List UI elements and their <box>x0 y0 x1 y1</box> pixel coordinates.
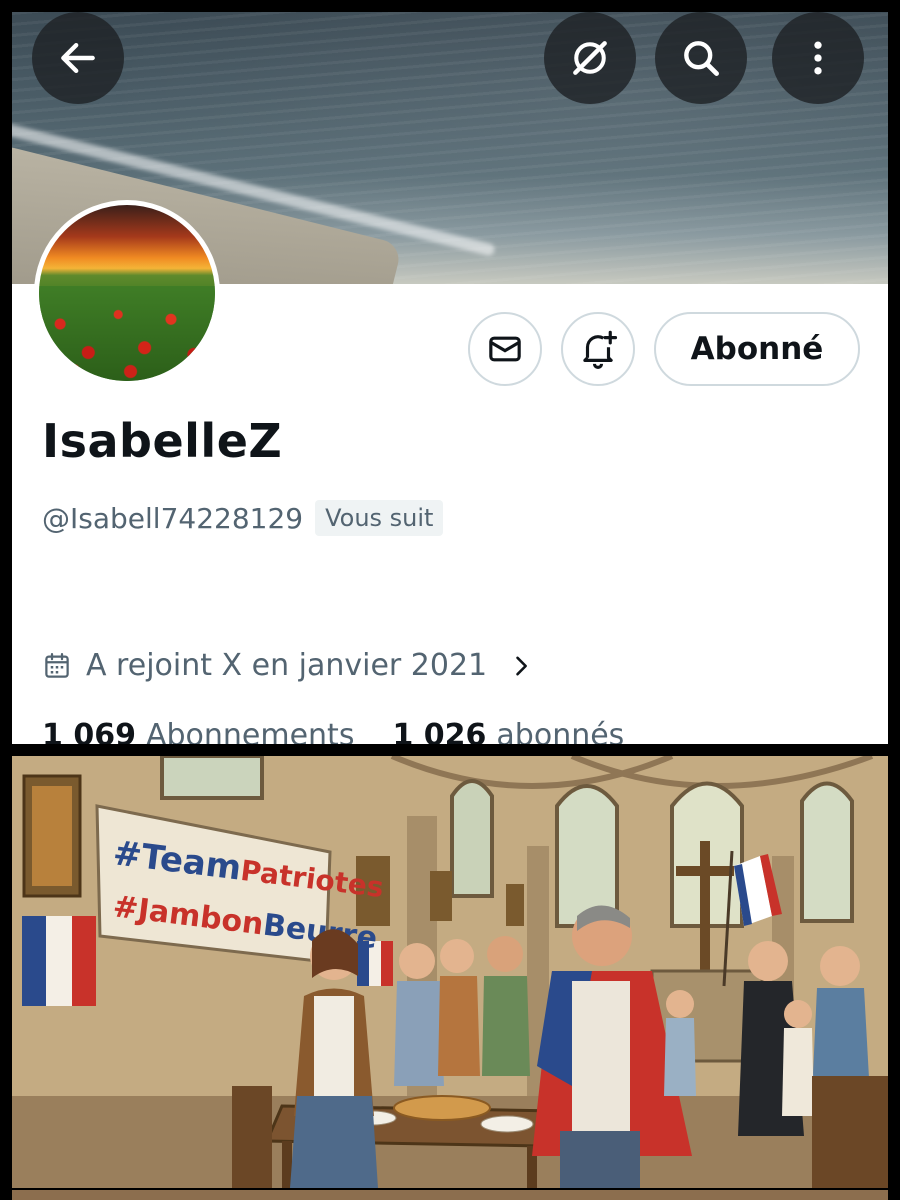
church-gathering-illustration: #TeamPatriotes #JambonBeurre <box>12 756 888 1188</box>
envelope-icon <box>489 336 521 362</box>
more-vertical-icon <box>814 41 822 75</box>
church-illustration-panel: #TeamPatriotes #JambonBeurre <box>12 756 888 1188</box>
display-name: IsabelleZ <box>42 414 283 468</box>
following-button[interactable]: Abonné <box>654 312 860 386</box>
following-count[interactable]: 1 069 <box>42 718 136 744</box>
avatar-poppy-field <box>39 286 215 381</box>
crucifix <box>700 841 710 971</box>
follows-you-badge: Vous suit <box>315 500 444 536</box>
left-flag-blue <box>22 916 46 1006</box>
search-icon <box>684 41 719 76</box>
user-handle: @Isabell74228129 <box>42 501 304 535</box>
handle-row: @Isabell74228129 Vous suit <box>42 500 444 536</box>
crucifix <box>676 866 734 876</box>
baguette <box>393 1095 491 1121</box>
chevron-right-icon <box>516 656 528 675</box>
grok-button[interactable] <box>544 12 636 104</box>
group-of-guests <box>394 936 530 1086</box>
back-arrow-icon <box>61 42 95 74</box>
chair <box>232 1086 272 1188</box>
bell-plus-icon <box>583 330 618 369</box>
followers-label[interactable]: abonnés <box>496 718 624 744</box>
message-button[interactable] <box>468 312 542 386</box>
search-button[interactable] <box>655 12 747 104</box>
plate <box>480 1115 534 1133</box>
religious-icon-painting <box>32 786 72 886</box>
back-button[interactable] <box>32 12 124 104</box>
religious-icon-frame <box>506 884 524 926</box>
following-label[interactable]: Abonnements <box>146 718 355 744</box>
profile-screenshot-panel: Abonné IsabelleZ @Isabell74228129 Vous s… <box>12 12 888 744</box>
follow-stats-row: 1 069 Abonnements 1 026 abonnés <box>42 718 624 744</box>
religious-icon-frame <box>430 871 452 921</box>
joined-date-row[interactable]: A rejoint X en janvier 2021 <box>42 648 535 683</box>
avatar[interactable] <box>34 200 220 386</box>
joined-date-text: A rejoint X en janvier 2021 <box>86 648 488 683</box>
church-pew <box>812 1076 888 1188</box>
next-image-edge <box>12 1190 888 1200</box>
left-flag-red <box>72 916 96 1006</box>
grok-icon <box>573 41 607 75</box>
followers-count[interactable]: 1 026 <box>392 718 486 744</box>
notifications-button[interactable] <box>561 312 635 386</box>
calendar-icon <box>45 652 69 678</box>
left-flag-white <box>46 916 72 1006</box>
more-options-button[interactable] <box>772 12 864 104</box>
